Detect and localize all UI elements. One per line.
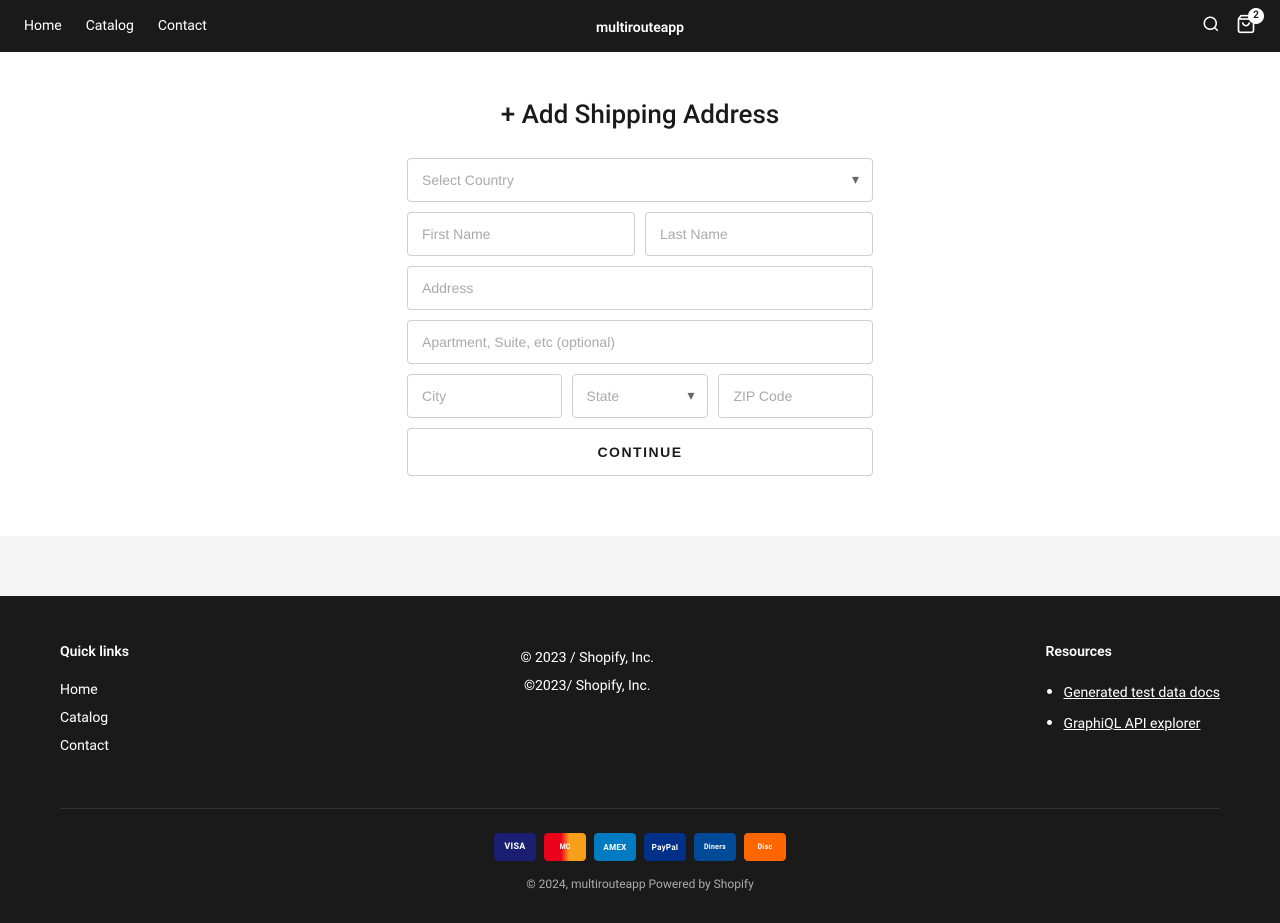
nav-home[interactable]: Home	[24, 18, 62, 34]
footer-quick-links: Quick links Home Catalog Contact	[60, 644, 129, 760]
nav-brand: multirouteapp	[596, 17, 684, 36]
apt-input[interactable]	[407, 320, 873, 364]
generated-test-data-link[interactable]: Generated test data docs	[1064, 679, 1220, 707]
footer-bottom-copy: © 2024, multirouteapp Powered by Shopify	[526, 877, 754, 891]
diners-icon: Diners	[694, 833, 736, 861]
state-select-wrapper: State	[572, 374, 709, 418]
section-divider	[0, 536, 1280, 596]
footer-resources: Resources Generated test data docs Graph…	[1046, 644, 1220, 760]
country-select-wrapper: Select Country	[407, 158, 873, 202]
footer: Quick links Home Catalog Contact © 2023 …	[0, 596, 1280, 923]
city-state-zip-row: State	[407, 374, 873, 418]
search-icon[interactable]	[1202, 15, 1220, 38]
visa-icon: VISA	[494, 833, 536, 861]
name-row	[407, 212, 873, 256]
nav-catalog[interactable]: Catalog	[86, 18, 134, 34]
city-input[interactable]	[407, 374, 562, 418]
footer-bottom: VISA MC AMEX PayPal Diners Disc © 2024, …	[60, 808, 1220, 891]
cart-badge: 2	[1248, 8, 1264, 24]
navbar: Home Catalog Contact multirouteapp 2	[0, 0, 1280, 52]
amex-icon: AMEX	[594, 833, 636, 861]
nav-contact[interactable]: Contact	[158, 18, 207, 34]
footer-copyright-line1: © 2023 / Shopify, Inc.	[521, 644, 655, 672]
resources-list: Generated test data docs GraphiQL API ex…	[1046, 676, 1220, 738]
state-select[interactable]: State	[572, 374, 709, 418]
shipping-form: Select Country State CONTINUE	[407, 158, 873, 476]
quick-links-heading: Quick links	[60, 644, 129, 660]
last-name-input[interactable]	[645, 212, 873, 256]
continue-button[interactable]: CONTINUE	[407, 428, 873, 476]
nav-actions: 2	[1202, 14, 1256, 39]
cart-icon[interactable]: 2	[1236, 14, 1256, 39]
main-content: + Add Shipping Address Select Country St…	[0, 52, 1280, 536]
payment-icons: VISA MC AMEX PayPal Diners Disc	[494, 833, 786, 861]
first-name-input[interactable]	[407, 212, 635, 256]
mastercard-icon: MC	[544, 833, 586, 861]
footer-copyright-line2: ©2023/ Shopify, Inc.	[521, 672, 655, 700]
paypal-icon: PayPal	[644, 833, 686, 861]
country-select[interactable]: Select Country	[407, 158, 873, 202]
resources-heading: Resources	[1046, 644, 1220, 660]
footer-top: Quick links Home Catalog Contact © 2023 …	[60, 644, 1220, 760]
footer-copyright-col: © 2023 / Shopify, Inc. ©2023/ Shopify, I…	[521, 644, 655, 760]
zip-input[interactable]	[718, 374, 873, 418]
brand-link[interactable]: multirouteapp	[596, 20, 684, 36]
discover-icon: Disc	[744, 833, 786, 861]
footer-home-link[interactable]: Home	[60, 676, 129, 704]
footer-contact-link[interactable]: Contact	[60, 732, 129, 760]
graphiql-api-link[interactable]: GraphiQL API explorer	[1064, 710, 1220, 738]
list-item: GraphiQL API explorer	[1064, 707, 1220, 738]
address-input[interactable]	[407, 266, 873, 310]
list-item: Generated test data docs	[1064, 676, 1220, 707]
nav-links: Home Catalog Contact	[24, 18, 207, 34]
footer-catalog-link[interactable]: Catalog	[60, 704, 129, 732]
page-title: + Add Shipping Address	[501, 100, 779, 130]
